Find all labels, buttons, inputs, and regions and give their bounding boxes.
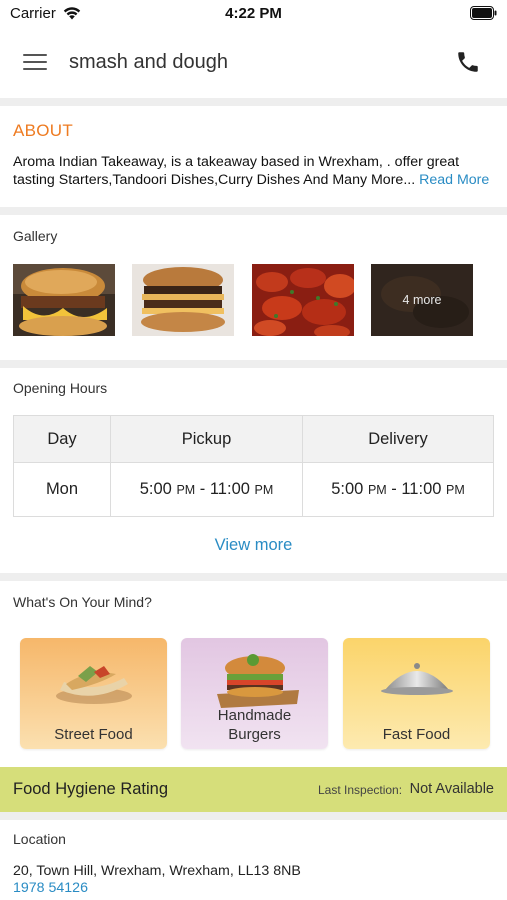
section-divider bbox=[0, 573, 507, 581]
delivery-time-separator: - bbox=[386, 480, 402, 499]
food-hygiene-rating-bar: Food Hygiene Rating Last Inspection: Not… bbox=[0, 767, 507, 812]
phone-icon[interactable] bbox=[455, 49, 481, 75]
category-label: Fast Food bbox=[382, 726, 451, 743]
pickup-open-ampm: PM bbox=[176, 483, 196, 498]
gallery-image-wings[interactable] bbox=[252, 264, 354, 336]
last-inspection-label: Last Inspection: bbox=[318, 783, 403, 797]
delivery-close-ampm: PM bbox=[446, 483, 465, 498]
day-cell: Mon bbox=[13, 462, 111, 517]
gallery-more-tile[interactable]: 4 more bbox=[371, 264, 473, 336]
gallery-image-burger-2[interactable] bbox=[132, 264, 234, 336]
section-divider bbox=[0, 207, 507, 215]
category-card-street-food[interactable]: Street Food bbox=[20, 638, 167, 749]
address-text: 20, Town Hill, Wrexham, Wrexham, LL13 8N… bbox=[13, 863, 301, 879]
location-heading: Location bbox=[13, 831, 66, 847]
pickup-time-separator: - bbox=[195, 480, 210, 499]
section-divider bbox=[0, 360, 507, 368]
column-header-delivery: Delivery bbox=[302, 414, 494, 464]
about-heading: ABOUT bbox=[13, 121, 74, 140]
restaurant-title: smash and dough bbox=[69, 51, 229, 73]
app-header: smash and dough bbox=[0, 30, 507, 98]
last-inspection-value: Not Available bbox=[409, 781, 494, 797]
battery-icon bbox=[470, 6, 497, 20]
hamburger-menu-icon[interactable] bbox=[23, 52, 47, 72]
status-bar: Carrier 4:22 PM bbox=[0, 0, 507, 30]
gallery-heading: Gallery bbox=[13, 228, 58, 244]
view-more-hours-link[interactable]: View more bbox=[0, 536, 507, 555]
gallery-more-label: 4 more bbox=[402, 293, 442, 307]
delivery-open-ampm: PM bbox=[367, 483, 387, 498]
pickup-open-time: 5:00 bbox=[139, 480, 172, 499]
category-card-handmade-burgers[interactable]: Handmade Burgers bbox=[181, 638, 328, 749]
opening-hours-heading: Opening Hours bbox=[13, 380, 108, 396]
pickup-hours-cell: 5:00 PM - 11:00 PM bbox=[110, 462, 303, 517]
about-description: Aroma Indian Takeaway, is a takeaway bas… bbox=[13, 153, 499, 189]
pickup-close-ampm: PM bbox=[254, 483, 274, 498]
opening-hours-table: Day Pickup Delivery Mon 5:00 PM - 11:00 … bbox=[13, 414, 494, 517]
delivery-open-time: 5:00 bbox=[331, 480, 364, 499]
clock: 4:22 PM bbox=[225, 5, 282, 22]
table-row: Mon 5:00 PM - 11:00 PM 5:00 PM - 11:00 P… bbox=[13, 462, 494, 517]
table-header-row: Day Pickup Delivery bbox=[13, 414, 494, 464]
delivery-close-time: 11:00 bbox=[401, 480, 442, 499]
about-text: Aroma Indian Takeaway, is a takeaway bas… bbox=[13, 154, 460, 188]
section-divider bbox=[0, 98, 507, 106]
categories-heading: What's On Your Mind? bbox=[13, 594, 152, 610]
hygiene-title: Food Hygiene Rating bbox=[13, 780, 169, 798]
column-header-day: Day bbox=[13, 414, 111, 464]
category-card-fast-food[interactable]: Fast Food bbox=[343, 638, 490, 749]
gallery-image-burger-1[interactable] bbox=[13, 264, 115, 336]
section-divider bbox=[0, 812, 507, 820]
pickup-close-time: 11:00 bbox=[209, 480, 250, 499]
category-label: Handmade Burgers bbox=[217, 707, 292, 743]
phone-number-link[interactable]: 1978 54126 bbox=[13, 880, 88, 896]
read-more-link[interactable]: Read More bbox=[419, 172, 489, 188]
category-label: Street Food bbox=[54, 726, 133, 743]
column-header-pickup: Pickup bbox=[110, 414, 303, 464]
delivery-hours-cell: 5:00 PM - 11:00 PM bbox=[302, 462, 494, 517]
